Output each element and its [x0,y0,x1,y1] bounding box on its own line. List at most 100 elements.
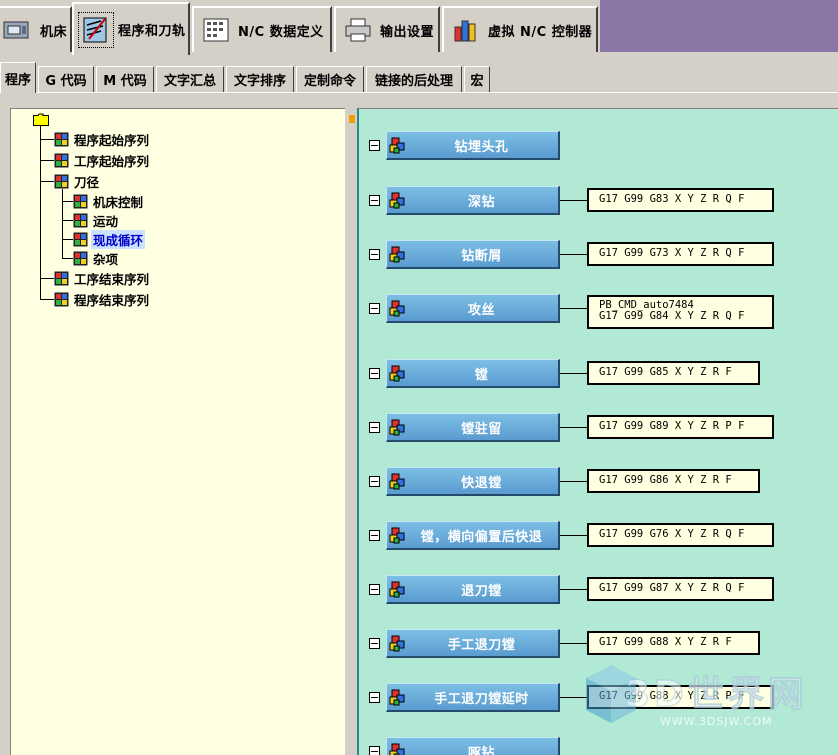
watermark-text: 3D世界网 [625,674,808,716]
cycle-icon [389,581,405,598]
cycle-button[interactable]: 镗，横向偏置后快退 [386,521,560,550]
cycle-label: 镗驻留 [461,421,502,437]
tree-item-program-start[interactable]: 程序起始序列 [54,130,151,148]
tab-output-settings[interactable]: 输出设置 [334,6,440,52]
cycle-label: 攻丝 [467,302,495,318]
collapse-icon[interactable] [369,584,380,595]
collapse-icon[interactable] [369,476,380,487]
command-box[interactable]: G17 G99 G86 X Y Z R F [587,469,760,493]
folder-icon[interactable] [33,113,49,126]
cycle-label: 镗 [474,367,489,383]
cycle-button[interactable]: 手工退刀镗延时 [386,683,560,712]
tree-line [40,139,54,140]
tree-item-label: 刀径 [74,174,100,190]
collapse-icon[interactable] [369,530,380,541]
program-toolpath-icon [78,11,114,48]
sub-tab-divider [0,92,838,94]
command-box[interactable]: G17 G99 G76 X Y Z R Q F [587,523,774,547]
cycle-button[interactable]: 钻埋头孔 [386,131,560,160]
cycle-icon [389,300,405,317]
collapse-icon[interactable] [369,692,380,703]
subtab-custom-command[interactable]: 定制命令 [296,66,364,92]
command-box[interactable]: G17 G99 G73 X Y Z R Q F [587,242,774,266]
tree-item-machine-control[interactable]: 机床控制 [73,192,145,210]
cycle-button[interactable]: 镗驻留 [386,413,560,442]
subtab-label: 文字汇总 [163,74,216,89]
collapse-icon[interactable] [369,638,380,649]
tab-nc-data[interactable]: N/C 数据定义 [192,6,332,52]
printer-icon [340,12,376,48]
cycle-button[interactable]: 钻断屑 [386,240,560,269]
connector-line [560,200,588,201]
tab-machine[interactable]: 机床 [0,6,72,52]
tree-item-operation-start[interactable]: 工序起始序列 [54,151,151,169]
subtab-linked-postprocess[interactable]: 链接的后处理 [366,66,462,92]
program-tree-panel [10,108,345,755]
tree-line [62,239,73,240]
tree-item-toolpath[interactable]: 刀径 [54,172,101,190]
cycle-button[interactable]: 退刀镗 [386,575,560,604]
command-box[interactable]: G17 G99 G88 X Y Z R F [587,631,760,655]
controller-icon [448,12,484,48]
tree-item-motion[interactable]: 运动 [73,211,120,229]
connector-line [560,481,588,482]
tree-item-label: 现成循环 [91,229,146,249]
cube-icon [54,292,69,306]
command-box[interactable]: G17 G99 G85 X Y Z R F [587,361,760,385]
cycle-button[interactable]: 深钻 [386,186,560,215]
panel-splitter[interactable] [346,108,356,755]
subtab-macro[interactable]: 宏 [464,66,490,92]
cycle-button[interactable]: 啄钻 [386,737,560,755]
tree-item-misc[interactable]: 杂项 [73,249,120,267]
collapse-icon[interactable] [369,195,380,206]
collapse-icon[interactable] [369,303,380,314]
command-box[interactable]: G17 G99 G89 X Y Z R P F [587,415,774,439]
cycle-icon [389,689,405,706]
tab-label: N/C 数据定义 [238,24,324,40]
cube-icon [73,213,88,227]
tab-label: 程序和刀轨 [118,24,186,39]
cube-icon [54,271,69,285]
tab-program-toolpath[interactable]: 程序和刀轨 [72,2,190,55]
cycle-label: 镗，横向偏置后快退 [420,529,543,545]
cycle-button[interactable]: 手工退刀镗 [386,629,560,658]
cycle-button[interactable]: 镗 [386,359,560,388]
connector-line [560,535,588,536]
tree-line [40,160,54,161]
tab-virtual-nc-controller[interactable]: 虚拟 N/C 控制器 [442,6,598,52]
tree-line [62,201,73,202]
subtab-label: 定制命令 [303,74,356,89]
subtab-label: 宏 [470,74,484,89]
subtab-word-sequence[interactable]: 文字排序 [226,66,294,92]
cycle-label: 手工退刀镗延时 [434,691,529,707]
cycle-label: 钻断屑 [461,248,502,264]
collapse-icon[interactable] [369,140,380,151]
tree-item-program-end[interactable]: 程序结束序列 [54,290,151,308]
tree-item-canned-cycle[interactable]: 现成循环 [73,229,146,249]
cycle-icon [389,365,405,382]
cycle-button[interactable]: 攻丝 [386,294,560,323]
collapse-icon[interactable] [369,422,380,433]
cycle-button[interactable]: 快退镗 [386,467,560,496]
command-box[interactable]: G17 G99 G87 X Y Z R Q F [587,577,774,601]
subtab-word-summary[interactable]: 文字汇总 [156,66,224,92]
subtab-g-code[interactable]: G 代码 [38,66,94,92]
command-box[interactable]: G17 G99 G83 X Y Z R Q F [587,188,774,212]
collapse-icon[interactable] [369,368,380,379]
subtab-label: 文字排序 [233,74,286,89]
nc-data-icon [198,12,234,48]
cycle-label: 退刀镗 [461,583,502,599]
collapse-icon[interactable] [369,746,380,755]
cycle-label: 深钻 [467,194,495,210]
tree-item-label: 杂项 [93,251,119,267]
subtab-m-code[interactable]: M 代码 [96,66,154,92]
splitter-handle[interactable] [349,115,355,123]
subtab-program[interactable]: 程序 [0,62,36,93]
collapse-icon[interactable] [369,249,380,260]
machine-icon [0,12,36,48]
subtab-label: G 代码 [45,74,87,89]
tree-item-operation-end[interactable]: 工序结束序列 [54,269,151,287]
cube-icon [73,251,88,265]
command-box[interactable]: PB_CMD_auto7484 G17 G99 G84 X Y Z R Q F [587,295,774,329]
tree-item-label: 程序结束序列 [74,292,150,308]
